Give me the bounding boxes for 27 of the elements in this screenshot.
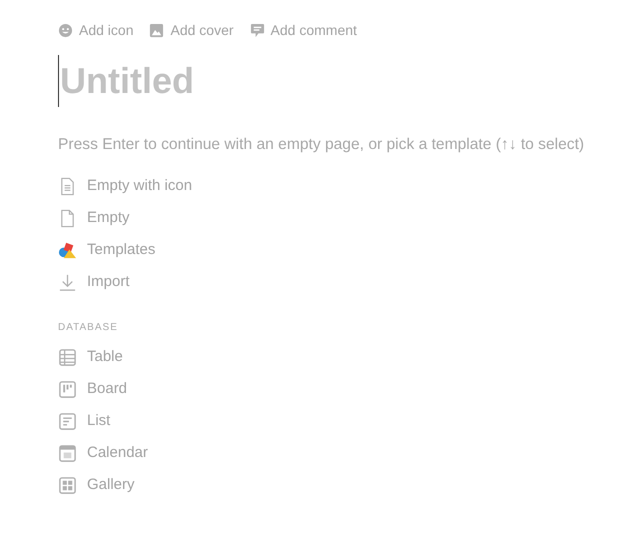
board-icon: [58, 380, 77, 399]
template-option[interactable]: Empty: [58, 202, 621, 234]
hint-text: Press Enter to continue with an empty page, or pick a template (↑↓ to select): [58, 135, 586, 155]
template-option[interactable]: Empty with icon: [58, 170, 621, 202]
download-icon: [58, 272, 77, 292]
template-option[interactable]: Import: [58, 266, 621, 298]
smiley-icon: [58, 23, 73, 38]
action-link[interactable]: Add comment: [250, 20, 357, 41]
template-option[interactable]: Templates: [58, 234, 621, 266]
list-icon: [58, 412, 77, 431]
calendar-icon: [58, 444, 77, 463]
action-link[interactable]: Add cover: [149, 20, 234, 41]
table-icon: [58, 348, 77, 367]
database-option[interactable]: Calendar: [58, 437, 621, 470]
shapes-icon: [58, 240, 77, 260]
action-link[interactable]: Add icon: [58, 20, 134, 41]
gallery-icon: [58, 476, 77, 495]
comment-icon: [250, 23, 265, 38]
database-option[interactable]: Table: [58, 341, 621, 374]
image-icon: [149, 23, 164, 38]
document-icon: [58, 208, 77, 228]
database-option[interactable]: Board: [58, 373, 621, 406]
database-option[interactable]: List: [58, 405, 621, 438]
section-heading: DATABASE: [58, 321, 119, 336]
database-option[interactable]: Gallery: [58, 469, 621, 502]
document-icon: [58, 176, 77, 196]
title-field[interactable]: Untitled: [58, 55, 358, 107]
